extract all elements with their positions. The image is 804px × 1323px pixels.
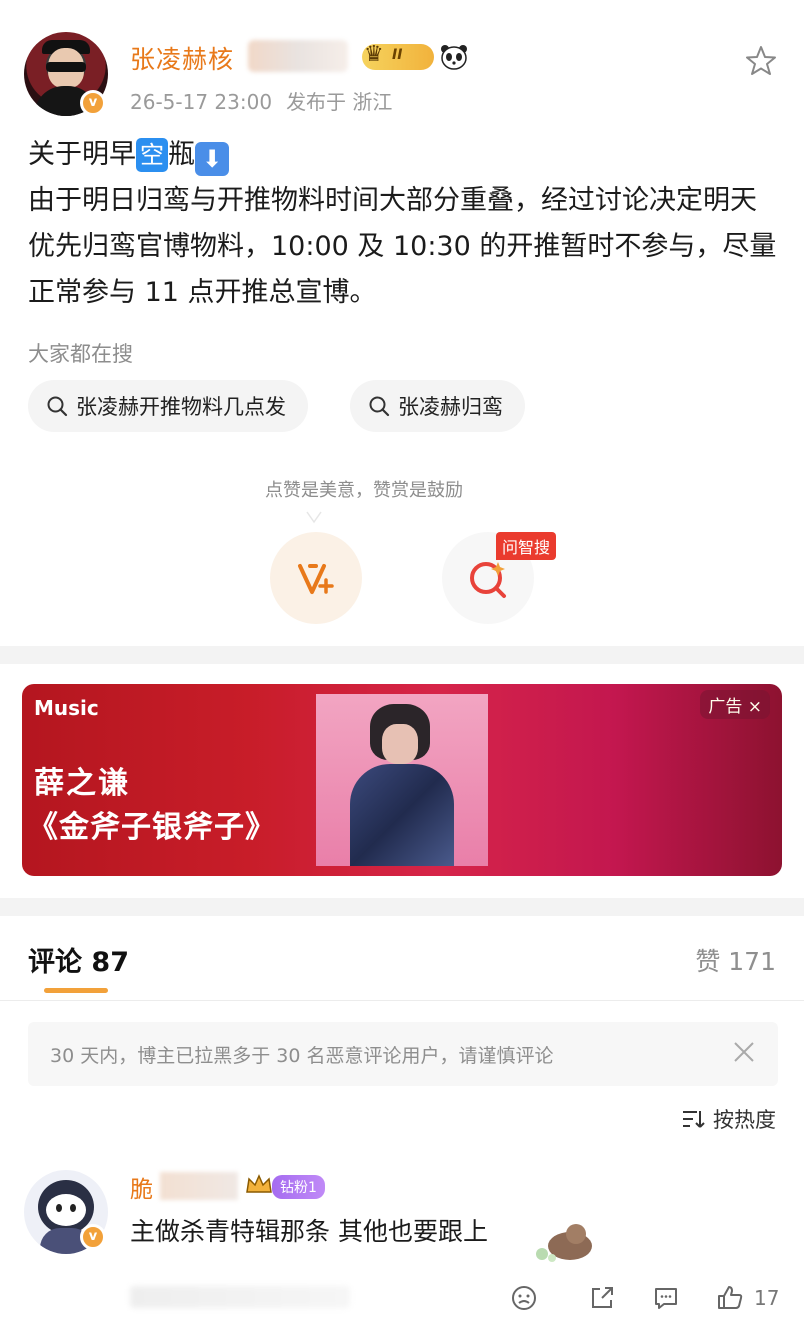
level-number: II — [392, 47, 403, 63]
notice-text: 30 天内，博主已拉黑多于 30 名恶意评论用户，请谨慎评论 — [50, 1045, 554, 1067]
blocklist-notice: 30 天内，博主已拉黑多于 30 名恶意评论用户，请谨慎评论 — [28, 1022, 778, 1086]
author-name-blurred — [248, 40, 348, 72]
commenter-name[interactable]: 脆 — [130, 1170, 153, 1204]
fan-level-badge[interactable]: 钻粉1 — [272, 1175, 325, 1199]
ad-song-title: 《金斧子银斧子》 — [28, 810, 276, 845]
thumb-up-icon[interactable] — [716, 1284, 744, 1312]
section-divider — [0, 898, 804, 916]
verified-badge-icon: v — [80, 1224, 106, 1250]
ad-banner[interactable]: Music 薛之谦 《金斧子银斧子》 广告 × — [22, 684, 782, 876]
ad-artist: 薛之谦 — [34, 766, 130, 801]
search-icon — [369, 396, 390, 417]
search-suggestion-label: 张凌赫归鸾 — [398, 395, 503, 419]
panda-icon — [441, 45, 467, 70]
crown-icon: ♛ — [364, 42, 384, 67]
active-tab-indicator — [44, 988, 108, 993]
emoji-chip-kong: 空 — [136, 138, 168, 172]
sort-icon — [683, 1111, 705, 1128]
apple-music-logo: Music — [34, 696, 99, 720]
post-timestamp: 26-5-17 23:00 — [130, 90, 273, 114]
reward-tip: 点赞是美意，赞赏是鼓励 — [265, 480, 463, 501]
close-icon[interactable]: × — [748, 697, 762, 717]
close-icon[interactable] — [732, 1040, 756, 1064]
sort-label: 按热度 — [713, 1108, 776, 1132]
crown-icon — [246, 1174, 272, 1193]
search-suggestion-2[interactable]: 张凌赫归鸾 — [350, 380, 525, 432]
search-icon — [47, 396, 68, 417]
sort-by-hot[interactable]: 按热度 — [681, 1104, 776, 1134]
section-divider — [0, 646, 804, 664]
comment-meta-blurred — [130, 1286, 350, 1308]
share-icon[interactable] — [588, 1284, 616, 1312]
ad-label: 广告 — [708, 697, 743, 717]
emoji-icon[interactable] — [510, 1284, 538, 1312]
comment-text: 主做杀青特辑那条 其他也要跟上 — [130, 1217, 488, 1246]
star-icon[interactable] — [744, 44, 778, 78]
comment-count: 87 — [91, 947, 129, 978]
commenter-name-blurred — [160, 1172, 238, 1200]
likes-count: 171 — [728, 947, 776, 976]
comment-like-count: 17 — [754, 1286, 780, 1310]
post-line1-prefix: 关于明早 — [28, 139, 136, 170]
like-v-button[interactable] — [270, 532, 362, 624]
post-meta: 26-5-17 23:00 发布于 浙江 — [130, 86, 392, 115]
search-suggestion-label: 张凌赫开推物料几点发 — [76, 395, 286, 419]
verified-badge-icon: v — [80, 90, 106, 116]
down-arrow-icon: ⬇ — [195, 142, 229, 176]
author-name[interactable]: 张凌赫核 — [130, 40, 234, 76]
post-body-text: 由于明日归鸾与开推物料时间大部分重叠，经过讨论决定明天优先归鸾官博物料，10:0… — [28, 185, 777, 308]
ad-close-tag[interactable]: 广告 × — [700, 690, 770, 719]
post-line1-suffix: 瓶 — [168, 139, 195, 170]
comment-icon[interactable] — [652, 1284, 680, 1312]
ad-artist-photo — [316, 694, 488, 866]
divider-line — [0, 1000, 804, 1001]
post-first-line: 关于明早空瓶 ⬇ — [28, 132, 778, 178]
sticker-image — [536, 1224, 592, 1262]
level-badge[interactable]: ♛ II — [362, 42, 434, 70]
tab-comments[interactable]: 评论 87 — [28, 940, 129, 979]
search-section-title: 大家都在搜 — [28, 342, 133, 366]
like-v-icon — [298, 564, 334, 594]
search-suggestion-1[interactable]: 张凌赫开推物料几点发 — [28, 380, 308, 432]
post-content: 关于明早空瓶 ⬇ 由于明日归鸾与开推物料时间大部分重叠，经过讨论决定明天优先归鸾官… — [28, 132, 778, 316]
tab-likes[interactable]: 赞 171 — [695, 942, 776, 978]
post-location: 发布于 浙江 — [286, 90, 393, 114]
tip-pointer — [306, 511, 322, 524]
wenzhi-search-badge: 问智搜 — [496, 532, 557, 560]
